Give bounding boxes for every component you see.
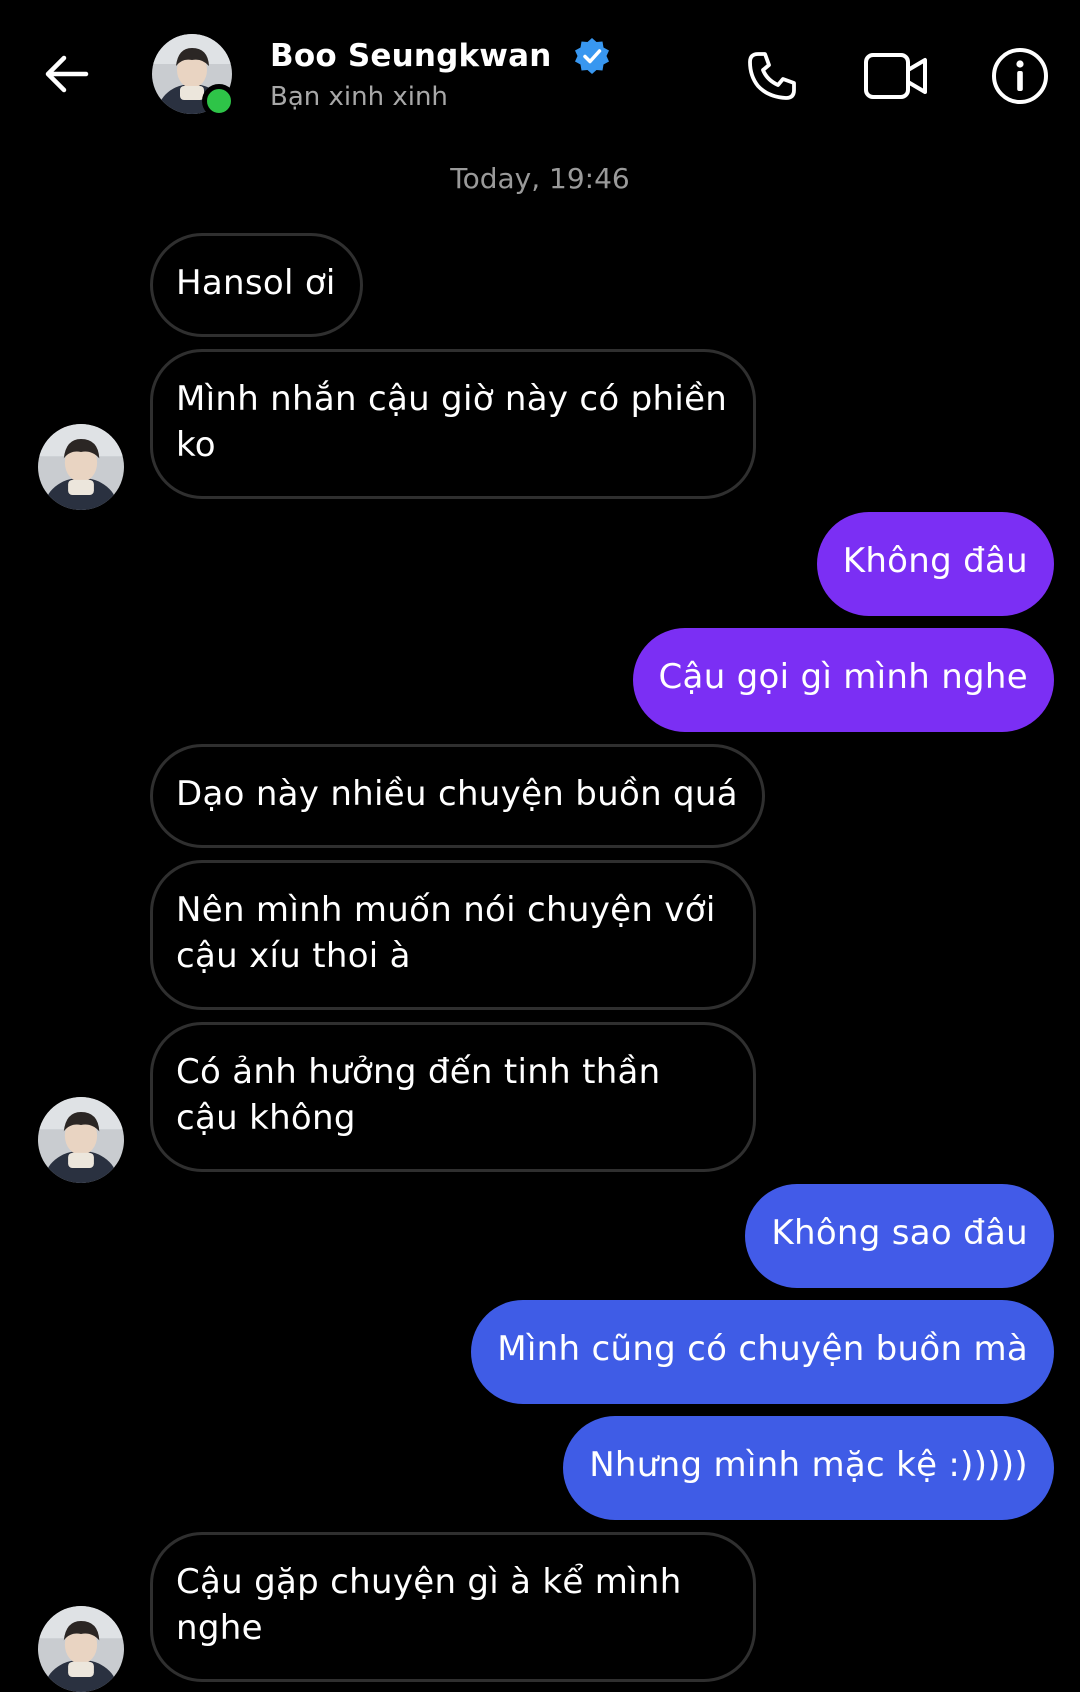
video-camera-icon: [864, 53, 927, 99]
arrow-left-icon: [45, 55, 89, 93]
phone-icon: [748, 52, 796, 100]
outgoing-message[interactable]: Cậu gọi gì mình nghe: [632, 628, 1054, 732]
chat-screen: Boo Seungkwan Bạn xinh xinh Today, 19:46…: [0, 0, 1080, 1692]
incoming-message[interactable]: Có ảnh hưởng đến tinh thần cậu không: [150, 1022, 756, 1172]
info-icon: [992, 48, 1048, 104]
contact-name-row[interactable]: Boo Seungkwan: [270, 34, 612, 78]
outgoing-message[interactable]: Mình cũng có chuyện buồn mà: [471, 1300, 1054, 1404]
contact-avatar-small[interactable]: [38, 1606, 124, 1692]
contact-avatar[interactable]: [152, 34, 236, 118]
verified-badge-icon: [574, 38, 609, 74]
info-button[interactable]: [984, 40, 1056, 112]
contact-name: Boo Seungkwan: [270, 38, 552, 74]
outgoing-message[interactable]: Không sao đâu: [745, 1184, 1054, 1288]
call-button[interactable]: [736, 40, 808, 112]
outgoing-message[interactable]: Nhưng mình mặc kệ :))))): [563, 1416, 1054, 1520]
video-call-button[interactable]: [860, 40, 932, 112]
conversation-timestamp: Today, 19:46: [450, 162, 630, 195]
outgoing-message[interactable]: Không đâu: [816, 512, 1054, 616]
contact-avatar-small[interactable]: [38, 424, 124, 510]
contact-avatar-small[interactable]: [38, 1097, 124, 1183]
contact-status: Bạn xinh xinh: [270, 82, 448, 112]
online-status-dot: [202, 84, 236, 118]
incoming-message[interactable]: Nên mình muốn nói chuyện với cậu xíu tho…: [150, 860, 756, 1010]
incoming-message[interactable]: Mình nhắn cậu giờ này có phiền ko: [150, 349, 756, 499]
incoming-message[interactable]: Cậu gặp chuyện gì à kể mình nghe: [150, 1532, 756, 1682]
incoming-message[interactable]: Dạo này nhiều chuyện buồn quá: [150, 744, 765, 848]
incoming-message[interactable]: Hansol ơi: [150, 233, 363, 337]
back-button[interactable]: [36, 44, 96, 104]
chat-header: Boo Seungkwan Bạn xinh xinh: [0, 0, 1080, 150]
